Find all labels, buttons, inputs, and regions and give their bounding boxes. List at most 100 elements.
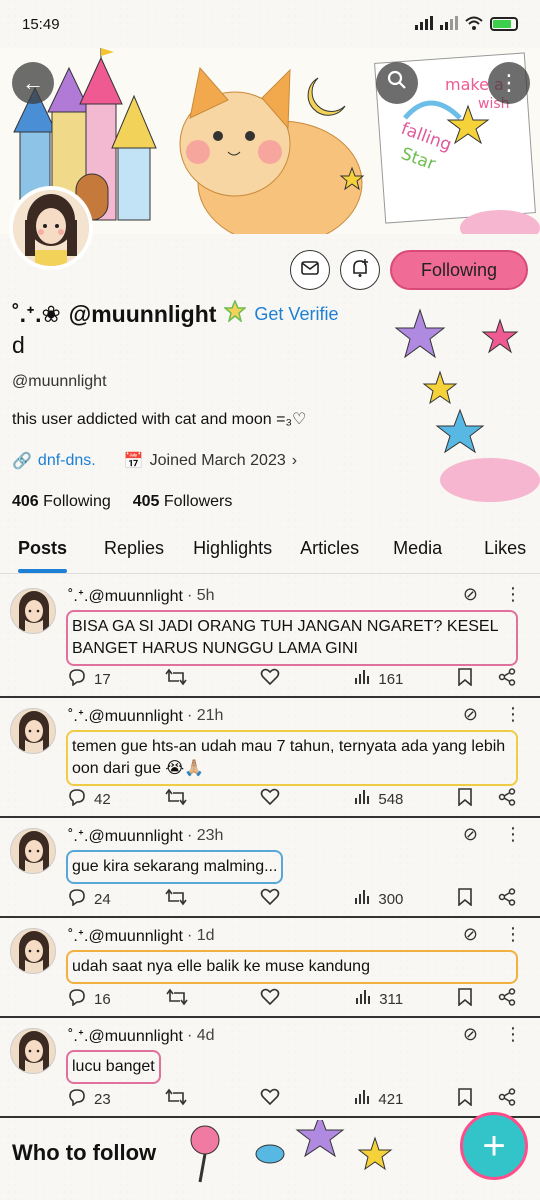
profile-meta: 🔗 dnf-dns. 📅 Joined March 2023 ›: [12, 451, 528, 471]
share-icon[interactable]: [498, 988, 516, 1010]
post-author[interactable]: ˚.ᕀ.@muunnlight: [68, 586, 183, 606]
tab-highlights[interactable]: Highlights: [193, 530, 272, 573]
post-author[interactable]: ˚.ᕀ.@muunnlight: [68, 1026, 183, 1046]
post-author[interactable]: ˚.ᕀ.@muunnlight: [68, 926, 183, 946]
back-arrow-icon: ←: [22, 70, 44, 95]
grok-icon[interactable]: ⊘: [463, 584, 478, 605]
tab-posts[interactable]: Posts: [18, 530, 68, 573]
more-vertical-icon[interactable]: ⋮: [504, 824, 522, 845]
like-button[interactable]: [260, 668, 300, 690]
profile-actions: Following: [290, 250, 528, 290]
views-button[interactable]: 311: [355, 989, 403, 1009]
views-button[interactable]: 421: [354, 1089, 403, 1109]
bookmark-icon[interactable]: [458, 668, 472, 690]
reply-icon: [68, 988, 86, 1010]
reply-button[interactable]: 42: [68, 788, 111, 810]
more-vertical-icon[interactable]: ⋮: [504, 1024, 522, 1045]
post-avatar[interactable]: [10, 928, 56, 974]
signal-2-icon: [440, 15, 458, 33]
repost-icon: [165, 988, 188, 1010]
post-author[interactable]: ˚.ᕀ.@muunnlight: [68, 826, 183, 846]
reply-icon: [68, 668, 86, 690]
grok-icon[interactable]: ⊘: [463, 924, 478, 945]
more-options-button[interactable]: ⋮: [488, 62, 530, 104]
search-button[interactable]: [376, 62, 418, 104]
link-icon: 🔗: [12, 453, 32, 470]
like-button[interactable]: [260, 988, 300, 1010]
followers-count[interactable]: 405 Followers: [133, 493, 233, 511]
bookmark-icon[interactable]: [458, 888, 472, 910]
profile-tabs: Posts Replies Highlights Articles Media …: [0, 530, 540, 574]
message-button[interactable]: [290, 250, 330, 290]
post-author[interactable]: ˚.ᕀ.@muunnlight: [68, 706, 183, 726]
post[interactable]: ˚.ᕀ.@muunnlight · 23h ⊘ ⋮ gue kira sekar…: [0, 818, 540, 918]
post-avatar[interactable]: [10, 588, 56, 634]
chevron-right-icon[interactable]: ›: [292, 452, 297, 470]
share-icon[interactable]: [498, 668, 516, 690]
views-icon: [355, 989, 371, 1009]
post-avatar[interactable]: [10, 708, 56, 754]
mail-icon: [301, 260, 319, 280]
reply-button[interactable]: 24: [68, 888, 111, 910]
like-button[interactable]: [260, 888, 300, 910]
post-menu: ⊘ ⋮: [463, 1024, 522, 1045]
share-icon[interactable]: [498, 888, 516, 910]
name-prefix: ˚.ᕀ.❀: [12, 300, 61, 327]
grok-icon[interactable]: ⊘: [463, 1024, 478, 1045]
notify-button[interactable]: [340, 250, 380, 290]
profile-avatar[interactable]: [9, 186, 93, 270]
post-text: temen gue hts-an udah mau 7 tahun, terny…: [66, 730, 518, 786]
compose-fab[interactable]: +: [460, 1112, 528, 1180]
post-avatar[interactable]: [10, 828, 56, 874]
tab-likes[interactable]: Likes: [484, 530, 526, 573]
more-vertical-icon[interactable]: ⋮: [504, 924, 522, 945]
share-icon[interactable]: [498, 788, 516, 810]
post[interactable]: ˚.ᕀ.@muunnlight · 1d ⊘ ⋮ udah saat nya e…: [0, 918, 540, 1018]
share-icon[interactable]: [498, 1088, 516, 1110]
grok-icon[interactable]: ⊘: [463, 704, 478, 725]
tab-articles[interactable]: Articles: [300, 530, 359, 573]
post-avatar[interactable]: [10, 1028, 56, 1074]
bookmark-share: [458, 668, 518, 690]
reply-icon: [68, 788, 86, 810]
post-actions: 42 548: [68, 788, 518, 810]
more-vertical-icon[interactable]: ⋮: [504, 584, 522, 605]
status-icons: [415, 15, 518, 33]
views-button[interactable]: 300: [354, 889, 403, 909]
grok-icon[interactable]: ⊘: [463, 824, 478, 845]
plus-icon: +: [482, 1123, 506, 1168]
profile-link[interactable]: dnf-dns.: [38, 452, 96, 470]
like-button[interactable]: [260, 788, 300, 810]
repost-button[interactable]: [165, 1088, 205, 1110]
get-verified-link[interactable]: Get Verifie: [254, 304, 338, 325]
wifi-icon: [465, 16, 483, 33]
heart-icon: [260, 888, 280, 910]
following-count[interactable]: 406 Following: [12, 493, 111, 511]
views-count: 161: [378, 670, 404, 688]
reply-button[interactable]: 23: [68, 1088, 111, 1110]
repost-button[interactable]: [165, 668, 205, 690]
following-button[interactable]: Following: [390, 250, 528, 290]
bookmark-icon[interactable]: [458, 1088, 472, 1110]
like-button[interactable]: [260, 1088, 300, 1110]
bookmark-icon[interactable]: [458, 788, 472, 810]
bookmark-share: [458, 788, 518, 810]
repost-icon: [165, 668, 187, 690]
post[interactable]: ˚.ᕀ.@muunnlight · 4d ⊘ ⋮ lucu banget 23: [0, 1018, 540, 1118]
post[interactable]: ˚.ᕀ.@muunnlight · 21h ⊘ ⋮ temen gue hts-…: [0, 698, 540, 818]
post-menu: ⊘ ⋮: [463, 824, 522, 845]
bookmark-icon[interactable]: [458, 988, 472, 1010]
post[interactable]: ˚.ᕀ.@muunnlight · 5h ⊘ ⋮ BISA GA SI JADI…: [0, 578, 540, 698]
views-button[interactable]: 548: [354, 789, 403, 809]
more-vertical-icon[interactable]: ⋮: [504, 704, 522, 725]
views-button[interactable]: 161: [354, 669, 403, 689]
repost-button[interactable]: [165, 988, 206, 1010]
back-button[interactable]: ←: [12, 62, 54, 104]
tab-replies[interactable]: Replies: [104, 530, 164, 573]
repost-button[interactable]: [165, 888, 205, 910]
reply-button[interactable]: 16: [68, 988, 111, 1010]
post-text: udah saat nya elle balik ke muse kandung: [66, 950, 518, 984]
reply-button[interactable]: 17: [68, 668, 111, 690]
tab-media[interactable]: Media: [393, 530, 442, 573]
repost-button[interactable]: [165, 788, 205, 810]
